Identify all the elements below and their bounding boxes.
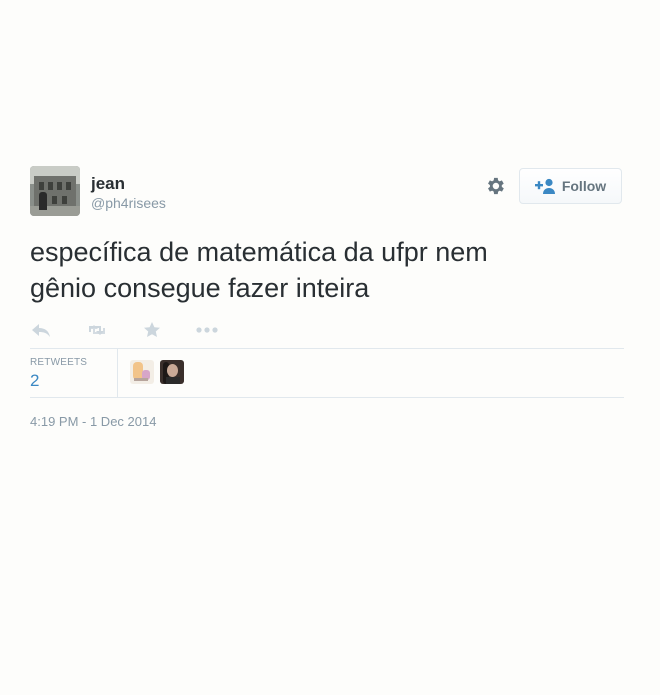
display-name[interactable]: jean	[91, 174, 166, 194]
screen-name[interactable]: @ph4risees	[91, 194, 166, 212]
divider	[30, 397, 624, 398]
reply-icon[interactable]	[30, 320, 52, 340]
retweeter-avatars	[130, 360, 190, 384]
tweet-card: jean @ph4risees Follow específica de mat…	[30, 166, 624, 429]
tweet-text-line: específica de matemática da ufpr nem	[30, 237, 488, 267]
follow-button[interactable]: Follow	[519, 168, 622, 204]
gear-icon[interactable]	[484, 175, 506, 197]
tweet-timestamp[interactable]: 4:19 PM - 1 Dec 2014	[30, 414, 624, 429]
more-icon[interactable]	[195, 320, 219, 340]
retweeter-avatar[interactable]	[130, 360, 154, 384]
favorite-icon[interactable]	[142, 320, 162, 340]
tweet-stats: RETWEETS 2	[30, 349, 624, 397]
follow-user-icon	[534, 178, 555, 194]
retweet-icon[interactable]	[85, 320, 109, 340]
user-names: jean @ph4risees	[91, 174, 166, 212]
stats-separator	[117, 349, 118, 397]
tweet-header: jean @ph4risees Follow	[30, 166, 624, 222]
retweets-label: RETWEETS	[30, 357, 88, 368]
tweet-actions	[30, 320, 624, 342]
retweets-count[interactable]: 2	[30, 371, 39, 391]
retweeter-avatar[interactable]	[160, 360, 184, 384]
tweet-text-line: gênio consegue fazer inteira	[30, 273, 370, 303]
user-avatar[interactable]	[30, 166, 80, 216]
follow-label: Follow	[561, 178, 607, 194]
tweet-text: específica de matemática da ufpr nem gên…	[30, 234, 590, 306]
